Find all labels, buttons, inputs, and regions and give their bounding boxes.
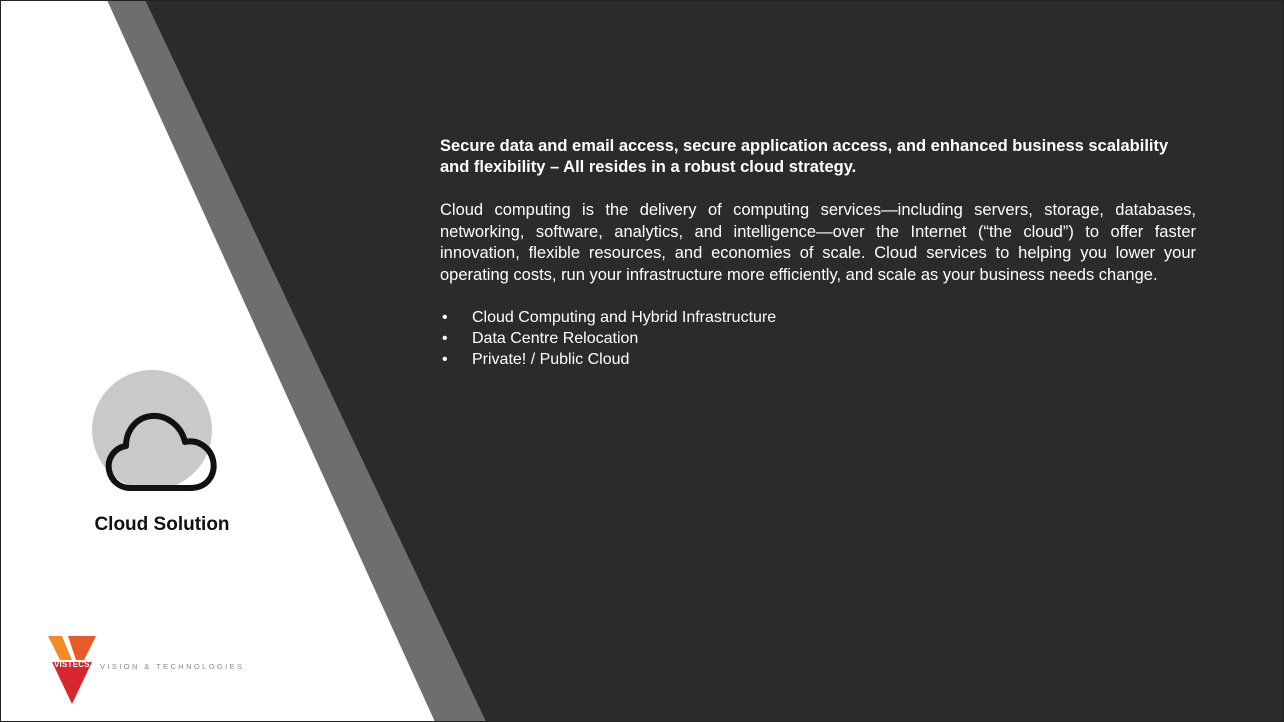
- headline: Secure data and email access, secure app…: [440, 137, 1169, 176]
- logo-tagline: VISION & TECHNOLOGIES: [100, 662, 245, 671]
- bullet-mark: •: [442, 330, 448, 347]
- list-item: • Data Centre Relocation: [440, 328, 1196, 349]
- body-paragraph: Cloud computing is the delivery of compu…: [440, 201, 1196, 284]
- list-item-label: Cloud Computing and Hybrid Infrastructur…: [472, 309, 777, 326]
- section-title: Cloud Solution: [94, 514, 230, 535]
- vistecs-logo-icon: [48, 636, 96, 704]
- logo-brand: VISTECS: [54, 660, 90, 669]
- cloud-icon: [105, 412, 217, 491]
- bullet-mark: •: [442, 351, 448, 368]
- list-item-label: Private! / Public Cloud: [472, 351, 630, 368]
- list-item: • Private! / Public Cloud: [440, 349, 1196, 370]
- bullet-mark: •: [442, 309, 448, 326]
- slide: Secure data and email access, secure app…: [0, 0, 1284, 722]
- main-content: Secure data and email access, secure app…: [440, 136, 1196, 370]
- list-item-label: Data Centre Relocation: [472, 330, 639, 347]
- service-list: • Cloud Computing and Hybrid Infrastruct…: [440, 307, 1196, 370]
- list-item: • Cloud Computing and Hybrid Infrastruct…: [440, 307, 1196, 328]
